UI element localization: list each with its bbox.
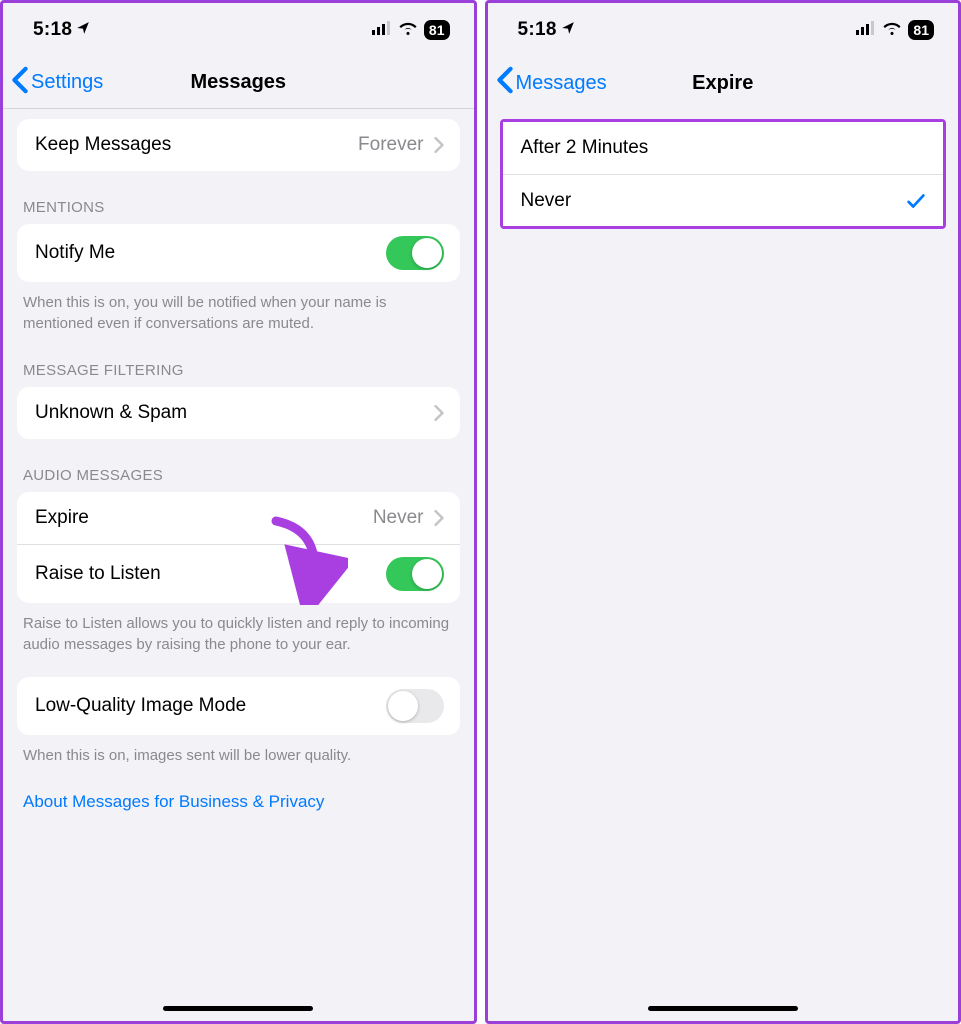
highlight-box: After 2 Minutes Never bbox=[500, 119, 947, 229]
checkmark-icon bbox=[905, 190, 927, 212]
audio-footer: Raise to Listen allows you to quickly li… bbox=[3, 603, 474, 655]
expire-row[interactable]: Expire Never bbox=[17, 492, 460, 544]
status-time: 5:18 bbox=[33, 19, 90, 41]
keep-messages-row[interactable]: Keep Messages Forever bbox=[17, 119, 460, 171]
audio-block: Expire Never Raise to Listen bbox=[17, 492, 460, 603]
messages-settings-screen: 5:18 81 Settings Messages Keep M bbox=[0, 0, 477, 1024]
nav-title: Messages bbox=[190, 71, 286, 94]
wifi-icon bbox=[398, 21, 418, 40]
home-indicator[interactable] bbox=[648, 1006, 798, 1011]
audio-header: AUDIO MESSAGES bbox=[3, 439, 474, 492]
nav-bar: Settings Messages bbox=[3, 57, 474, 109]
filtering-block: Unknown & Spam bbox=[17, 387, 460, 439]
location-icon bbox=[76, 19, 90, 41]
expire-value: Never bbox=[373, 507, 424, 529]
chevron-left-icon bbox=[11, 66, 29, 100]
low-quality-row[interactable]: Low-Quality Image Mode bbox=[17, 677, 460, 735]
wifi-icon bbox=[882, 21, 902, 40]
expire-options-block: After 2 Minutes Never bbox=[503, 122, 944, 226]
unknown-spam-label: Unknown & Spam bbox=[35, 402, 187, 424]
mentions-block: Notify Me bbox=[17, 224, 460, 282]
home-indicator[interactable] bbox=[163, 1006, 313, 1011]
low-quality-footer: When this is on, images sent will be low… bbox=[3, 735, 474, 766]
mentions-header: MENTIONS bbox=[3, 171, 474, 224]
notify-me-label: Notify Me bbox=[35, 242, 115, 264]
time-text: 5:18 bbox=[33, 19, 72, 41]
expire-screen: 5:18 81 Messages Expire bbox=[485, 0, 961, 1024]
option-never[interactable]: Never bbox=[503, 174, 944, 226]
filtering-header: MESSAGE FILTERING bbox=[3, 334, 474, 387]
mentions-footer: When this is on, you will be notified wh… bbox=[3, 282, 474, 334]
battery-level: 81 bbox=[424, 20, 450, 40]
battery-level: 81 bbox=[908, 20, 934, 40]
cellular-icon bbox=[856, 21, 876, 40]
status-right: 81 bbox=[372, 20, 450, 40]
location-icon bbox=[561, 19, 575, 41]
notify-me-row[interactable]: Notify Me bbox=[17, 224, 460, 282]
content: Keep Messages Forever MENTIONS Notify Me… bbox=[3, 119, 474, 832]
raise-to-listen-toggle[interactable] bbox=[386, 557, 444, 591]
low-quality-label: Low-Quality Image Mode bbox=[35, 695, 246, 717]
status-time: 5:18 bbox=[518, 19, 575, 41]
keep-messages-block: Keep Messages Forever bbox=[17, 119, 460, 171]
about-business-privacy-link[interactable]: About Messages for Business & Privacy bbox=[3, 766, 474, 812]
expire-label: Expire bbox=[35, 507, 89, 529]
keep-messages-value: Forever bbox=[358, 134, 423, 156]
chevron-right-icon bbox=[434, 405, 444, 421]
chevron-right-icon bbox=[434, 510, 444, 526]
notify-me-toggle[interactable] bbox=[386, 236, 444, 270]
low-quality-block: Low-Quality Image Mode bbox=[17, 677, 460, 735]
status-right: 81 bbox=[856, 20, 934, 40]
back-button[interactable]: Messages bbox=[488, 66, 607, 100]
option-label: Never bbox=[521, 190, 572, 212]
chevron-left-icon bbox=[496, 66, 514, 100]
status-bar: 5:18 81 bbox=[488, 3, 959, 57]
raise-to-listen-row[interactable]: Raise to Listen bbox=[17, 544, 460, 603]
time-text: 5:18 bbox=[518, 19, 557, 41]
cellular-icon bbox=[372, 21, 392, 40]
chevron-right-icon bbox=[434, 137, 444, 153]
content: After 2 Minutes Never bbox=[488, 119, 959, 249]
unknown-spam-row[interactable]: Unknown & Spam bbox=[17, 387, 460, 439]
option-label: After 2 Minutes bbox=[521, 137, 649, 159]
back-label: Settings bbox=[31, 71, 103, 94]
nav-title: Expire bbox=[692, 72, 753, 95]
status-bar: 5:18 81 bbox=[3, 3, 474, 57]
back-label: Messages bbox=[516, 72, 607, 95]
option-after-2-minutes[interactable]: After 2 Minutes bbox=[503, 122, 944, 174]
low-quality-toggle[interactable] bbox=[386, 689, 444, 723]
nav-bar: Messages Expire bbox=[488, 57, 959, 109]
raise-to-listen-label: Raise to Listen bbox=[35, 563, 161, 585]
keep-messages-label: Keep Messages bbox=[35, 134, 171, 156]
back-button[interactable]: Settings bbox=[3, 66, 103, 100]
